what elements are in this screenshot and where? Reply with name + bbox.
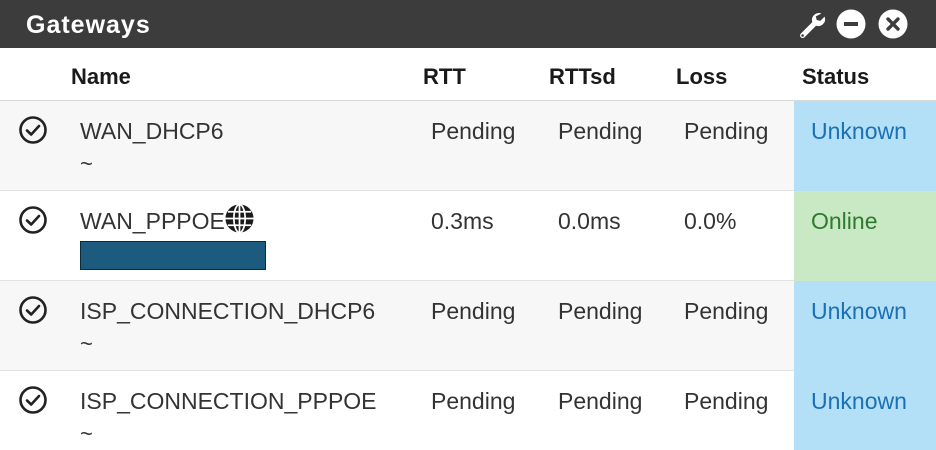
close-icon[interactable] [878, 9, 908, 39]
gateways-widget: Gateways Name RTT RTTsd Loss Status WAN_… [0, 0, 936, 450]
loss-value: Pending [684, 298, 769, 324]
gateway-address: ~ [80, 421, 93, 446]
check-circle-icon [19, 296, 47, 324]
redacted-address [80, 241, 266, 270]
status-badge: Unknown [794, 101, 936, 191]
gateway-name: ISP_CONNECTION_PPPOE [80, 388, 377, 414]
check-circle-icon [19, 386, 47, 414]
rtt-value: 0.3ms [431, 208, 494, 234]
rtt-value: Pending [431, 118, 516, 144]
gateway-name: WAN_PPPOE [80, 208, 225, 234]
status-text: Unknown [811, 298, 907, 324]
status-badge: Unknown [794, 281, 936, 371]
widget-header: Gateways [0, 0, 936, 48]
status-text: Unknown [811, 388, 907, 414]
widget-title: Gateways [26, 11, 151, 39]
status-text: Online [811, 208, 878, 234]
rtt-value: Pending [431, 388, 516, 414]
gateway-address: ~ [80, 331, 93, 356]
check-circle-icon [19, 206, 47, 234]
column-header-rtt[interactable]: RTT [423, 64, 466, 90]
column-header-loss[interactable]: Loss [676, 64, 727, 90]
rttsd-value: Pending [558, 118, 643, 144]
rttsd-value: Pending [558, 388, 643, 414]
wrench-icon[interactable] [796, 9, 826, 39]
status-badge: Unknown [794, 371, 936, 450]
column-header-status[interactable]: Status [802, 64, 869, 90]
check-circle-icon [19, 116, 47, 144]
column-header-rttsd[interactable]: RTTsd [549, 64, 616, 90]
column-header-name[interactable]: Name [71, 64, 131, 90]
table-header: Name RTT RTTsd Loss Status [0, 48, 936, 102]
gateway-name: WAN_DHCP6 [80, 118, 224, 144]
rttsd-value: 0.0ms [558, 208, 621, 234]
rttsd-value: Pending [558, 298, 643, 324]
table-row[interactable]: WAN_PPPOE 0.3ms 0.0ms 0.0% Online [0, 191, 936, 281]
loss-value: 0.0% [684, 208, 737, 234]
loss-value: Pending [684, 118, 769, 144]
table-row[interactable]: WAN_DHCP6 ~ Pending Pending Pending Unkn… [0, 101, 936, 191]
table-row[interactable]: ISP_CONNECTION_DHCP6 ~ Pending Pending P… [0, 281, 936, 371]
gateway-name: ISP_CONNECTION_DHCP6 [80, 298, 376, 324]
table-row[interactable]: ISP_CONNECTION_PPPOE ~ Pending Pending P… [0, 371, 936, 450]
globe-icon [225, 203, 254, 234]
loss-value: Pending [684, 388, 769, 414]
rtt-value: Pending [431, 298, 516, 324]
gateway-address: ~ [80, 151, 93, 176]
status-badge: Online [794, 191, 936, 281]
status-text: Unknown [811, 118, 907, 144]
minimize-icon[interactable] [836, 9, 866, 39]
